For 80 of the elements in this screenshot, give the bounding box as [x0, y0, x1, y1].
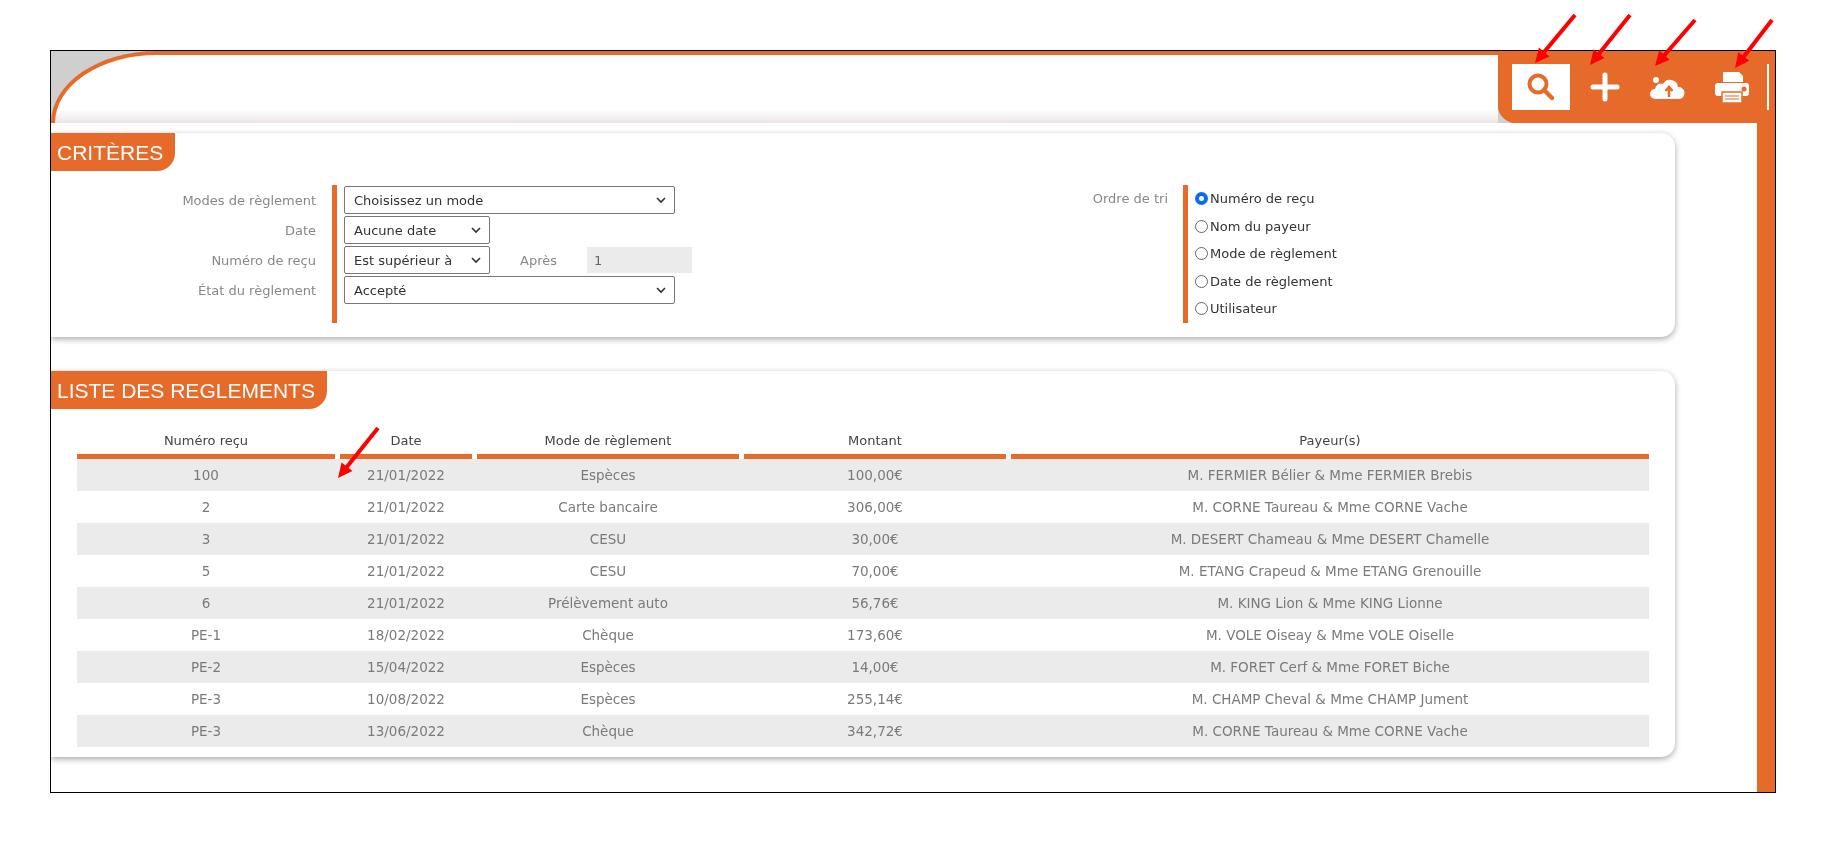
plus-icon	[1589, 72, 1620, 102]
table-cell-text: 15/04/2022	[366, 658, 446, 675]
radio-option[interactable]: Date de règlement	[1195, 267, 1675, 295]
table-cell-text: M. ETANG Crapeud & Mme ETANG Grenouille	[1177, 562, 1483, 579]
table-cell-text: M. FERMIER Bélier & Mme FERMIER Brebis	[1186, 466, 1474, 483]
select-field[interactable]: Choisissez un mode	[344, 186, 675, 214]
table-cell-text: 100	[192, 466, 220, 483]
input-field[interactable]: 1	[587, 247, 692, 273]
radio-button[interactable]	[1195, 219, 1208, 233]
table-cell-text: 21/01/2022	[366, 594, 446, 611]
section-title: CRITÈRES	[51, 133, 176, 171]
table-cell-text: M. DESERT Chameau & Mme DESERT Chamelle	[1169, 530, 1491, 547]
table-cell-text: 56,76€	[850, 594, 900, 611]
chevron-down-icon	[656, 196, 666, 204]
table-cell-text: Espèces	[579, 466, 637, 483]
table-cell-text: Prélèvement auto	[547, 594, 669, 611]
table-cell-text: 13/06/2022	[366, 722, 446, 739]
chevron-down-icon	[656, 286, 666, 294]
table-cell-text: M. VOLE Oiseay & Mme VOLE Oiselle	[1204, 626, 1456, 643]
select-field[interactable]: Accepté	[344, 276, 675, 304]
table-cell-text: CESU	[588, 530, 628, 547]
select-field[interactable]: Aucune date	[344, 216, 490, 244]
field-label: Numéro de reçu	[211, 251, 316, 270]
search-icon	[1525, 72, 1556, 102]
table-cell-text: 3	[200, 530, 212, 547]
table-cell-text: 306,00€	[846, 498, 904, 515]
radio-button[interactable]	[1195, 192, 1208, 206]
table-cell-text: 6	[200, 594, 212, 611]
field-label: Modes de règlement	[182, 191, 316, 210]
table-cell-text: 10/08/2022	[366, 690, 446, 707]
radio-option[interactable]: Utilisateur	[1195, 295, 1675, 323]
annotation-arrow	[1535, 13, 1577, 63]
printer-icon	[1713, 70, 1752, 104]
select-field[interactable]: Est supérieur à	[344, 246, 490, 274]
annotation-arrow	[1590, 13, 1632, 65]
chevron-down-icon	[471, 226, 481, 234]
table-cell-text: 21/01/2022	[366, 530, 446, 547]
table-cell-text: M. CORNE Taureau & Mme CORNE Vache	[1191, 722, 1469, 739]
table-cell-text: PE-3	[189, 690, 223, 707]
table-cell-text: M. CHAMP Cheval & Mme CHAMP Jument	[1190, 690, 1470, 707]
table-cell-text: Espèces	[579, 690, 637, 707]
table-cell-text: 173,60€	[846, 626, 904, 643]
field-label: Après	[520, 252, 557, 268]
table-cell-text: PE-1	[189, 626, 223, 643]
table-cell-text: 342,72€	[846, 722, 904, 739]
table-cell-text: PE-3	[189, 722, 223, 739]
table-cell-text: CESU	[588, 562, 628, 579]
field-label: Ordre de tri	[1038, 185, 1188, 323]
field-label: Date	[284, 221, 316, 240]
table-cell-text: 100,00€	[846, 466, 904, 483]
annotation-arrow	[1655, 18, 1697, 66]
table-cell-text: M. CORNE Taureau & Mme CORNE Vache	[1191, 498, 1469, 515]
radio-option[interactable]: Nom du payeur	[1195, 212, 1675, 240]
table-cell-text: PE-2	[189, 658, 223, 675]
table-cell-text: Carte bancaire	[557, 498, 659, 515]
table-cell-text: 21/01/2022	[366, 562, 446, 579]
table-cell-text: 255,14€	[846, 690, 904, 707]
table-cell-text: 14,00€	[850, 658, 900, 675]
field-label: État du règlement	[197, 281, 316, 300]
table-cell-text: Chèque	[581, 722, 635, 739]
table-cell-text: 5	[200, 562, 212, 579]
table-cell-text: 21/01/2022	[366, 498, 446, 515]
table-cell-text: Espèces	[579, 658, 637, 675]
table-cell-text: 18/02/2022	[366, 626, 446, 643]
annotation-arrow	[1735, 18, 1774, 68]
table-cell-text: M. KING Lion & Mme KING Lionne	[1216, 594, 1444, 611]
radio-button[interactable]	[1195, 302, 1208, 316]
radio-button[interactable]	[1195, 247, 1208, 261]
chevron-down-icon	[471, 256, 481, 264]
search-button[interactable]	[1512, 64, 1570, 110]
radio-option[interactable]: Mode de règlement	[1195, 240, 1675, 268]
table-cell-text: 70,00€	[850, 562, 900, 579]
table-cell-text: 21/01/2022	[366, 466, 446, 483]
radio-button[interactable]	[1195, 274, 1208, 288]
table-cell-text: M. FORET Cerf & Mme FORET Biche	[1209, 658, 1451, 675]
section-title: LISTE DES REGLEMENTS	[51, 370, 327, 409]
table-cell-text: Chèque	[581, 626, 635, 643]
table-cell-text: 2	[200, 498, 212, 515]
radio-option[interactable]: Numéro de reçu	[1195, 185, 1675, 213]
table-cell-text: 30,00€	[850, 530, 900, 547]
